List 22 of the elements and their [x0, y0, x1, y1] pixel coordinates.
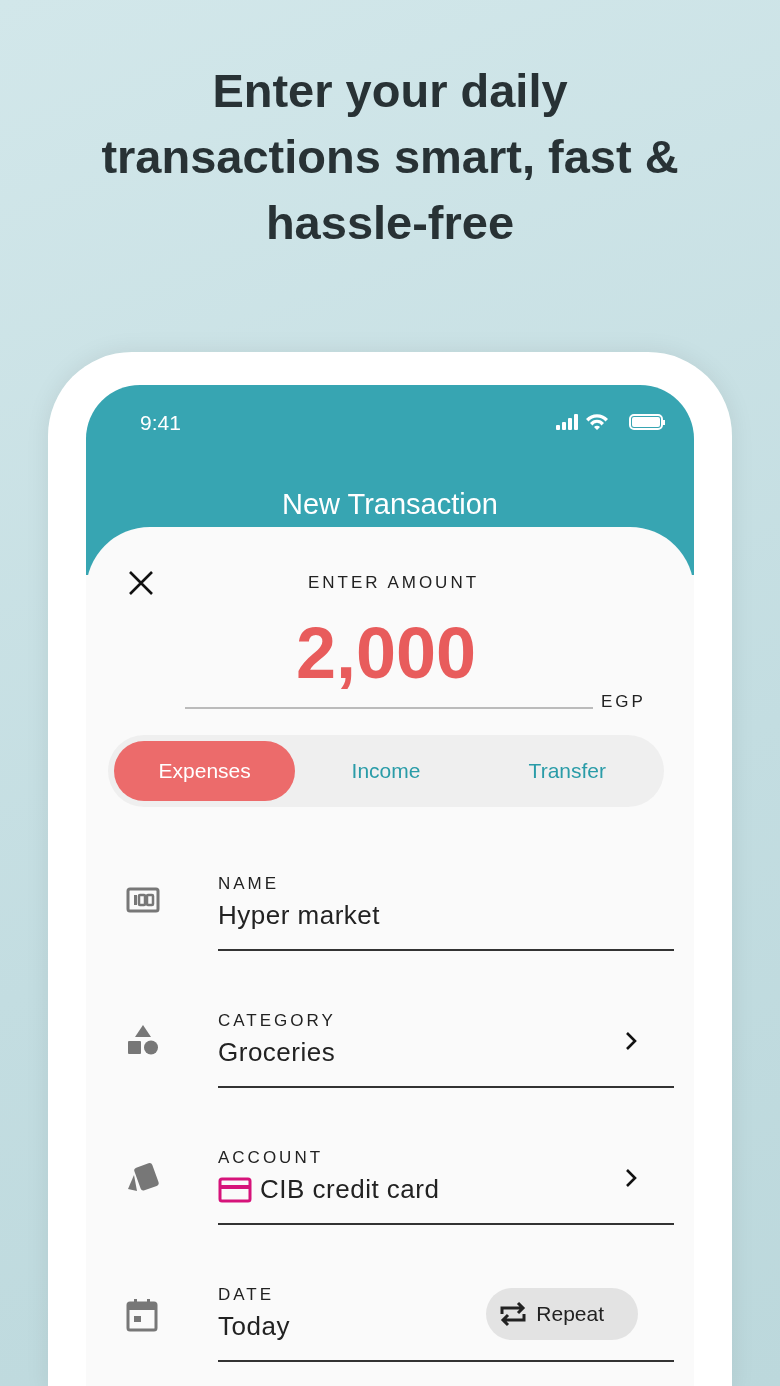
field-value[interactable]: CIB credit card: [260, 1170, 440, 1209]
close-icon[interactable]: [128, 570, 154, 596]
cards-icon: [126, 1160, 160, 1193]
banknote-icon: [126, 886, 160, 913]
field-label: DATE: [218, 1283, 276, 1306]
field-label: ACCOUNT: [218, 1146, 325, 1169]
amount-label: ENTER AMOUNT: [308, 572, 480, 595]
currency-label: EGP: [601, 691, 646, 713]
repeat-button[interactable]: Repeat: [486, 1288, 638, 1340]
field-label: NAME: [218, 872, 281, 895]
screen-title: New Transaction: [281, 486, 499, 522]
calendar-icon: [126, 1297, 158, 1332]
chevron-right-icon[interactable]: [624, 1166, 638, 1189]
repeat-icon: [498, 1299, 529, 1328]
field-label: CATEGORY: [218, 1009, 336, 1032]
field-value[interactable]: Hyper market: [218, 896, 381, 935]
field-value[interactable]: Today: [218, 1307, 290, 1346]
status-time: 9:41: [140, 410, 181, 436]
field-value[interactable]: Groceries: [218, 1033, 336, 1072]
headline: Enter your daily transactions smart, fast & hassle-free: [100, 63, 680, 251]
shapes-icon: [126, 1023, 160, 1056]
chevron-right-icon[interactable]: [624, 1029, 638, 1052]
